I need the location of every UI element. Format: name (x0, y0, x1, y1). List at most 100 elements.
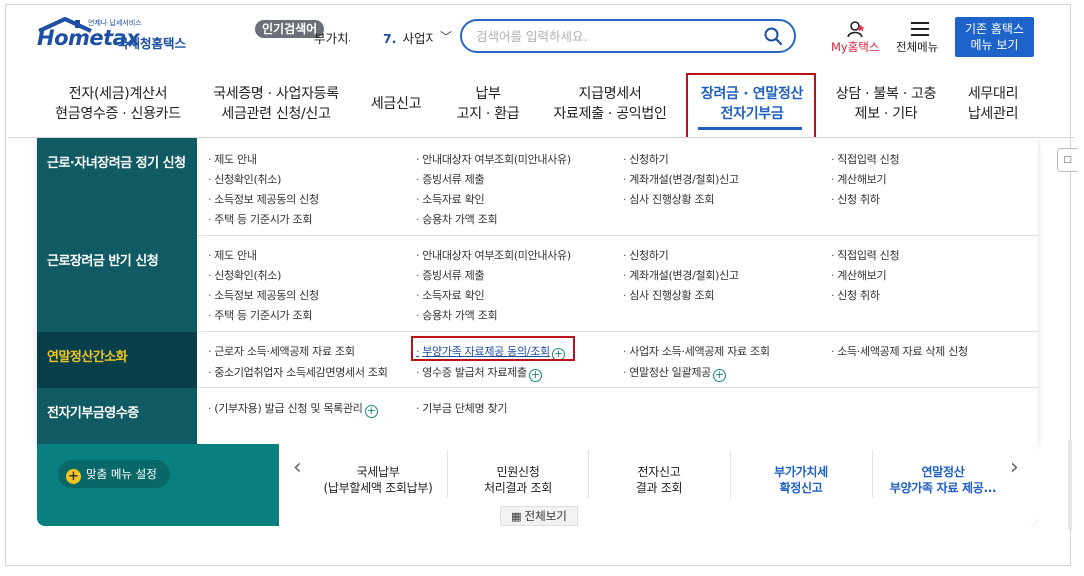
grid-icon: ▦ (511, 510, 522, 523)
quick-label-1: 국세납부 (356, 465, 400, 479)
chevron-left-icon[interactable]: ‹ (293, 455, 302, 480)
nav-item-consult[interactable]: 상담 · 불복 · 고충 제보 · 기타 (826, 84, 946, 124)
category-incentive-regular[interactable]: 근로·자녀장려금 정기 신청 (37, 138, 197, 236)
hometax-logo[interactable]: Hometax 언제나 납세서비스 국세청홈택스 (35, 17, 210, 57)
menu-link-bulk-provide[interactable]: 연말정산 일괄제공+ (623, 364, 726, 382)
nav-label-1: 지급명세서 (578, 86, 642, 102)
quick-item-yearend[interactable]: 연말정산부양가족 자료 제공... (873, 464, 1013, 496)
menu-link[interactable]: 기부금 단체명 찾기 (416, 400, 507, 416)
nav-label-1: 세무대리 (967, 86, 1019, 102)
all-menu-button[interactable]: 전체메뉴 (896, 20, 946, 56)
menu-link[interactable]: 신청 취하 (831, 287, 880, 303)
chevron-down-icon[interactable]: ﹀ (440, 28, 452, 45)
popular-search-rank[interactable]: 7. 사업자 (383, 28, 433, 47)
menu-link[interactable]: 계산해보기 (831, 171, 886, 187)
menu-link[interactable]: 직접입력 신청 (831, 247, 899, 263)
menu-link[interactable]: 심사 진행상황 조회 (623, 287, 714, 303)
menu-link[interactable]: 신청확인(취소) (208, 267, 281, 283)
nav-label-2: 자료제출 · 공익법인 (553, 106, 667, 122)
my-hometax-label: My홈택스 (831, 40, 880, 54)
old-hometax-line2: 메뉴 보기 (970, 38, 1019, 52)
plus-circle-icon[interactable]: + (528, 369, 542, 382)
quick-item-vat[interactable]: 부가가치세 확정신고 (731, 464, 871, 496)
menu-link-donation-issue[interactable]: (기부자용) 발급 신청 및 목록관리+ (208, 400, 378, 418)
nav-item-tax-report[interactable]: 세금신고 (361, 94, 431, 114)
search-icon[interactable] (763, 26, 783, 46)
menu-link[interactable]: 승용차 가액 조회 (416, 307, 497, 323)
quick-label-2: 확정신고 (779, 481, 823, 495)
nav-item-certificate[interactable]: 국세증명 · 사업자등록세금관련 신청/신고 (210, 84, 342, 124)
my-hometax-button[interactable]: My홈택스 (831, 20, 885, 56)
menu-link[interactable]: 제도 안내 (208, 151, 257, 167)
view-all-button[interactable]: ▦ 전체보기 (500, 506, 578, 526)
menu-link[interactable]: 주택 등 기준시가 조회 (208, 211, 312, 227)
custom-menu-setting-button[interactable]: + 맞춤 메뉴 설정 (58, 460, 170, 488)
rank-text: 사업자 (402, 31, 433, 46)
row-divider (197, 235, 1038, 236)
search-input[interactable] (476, 28, 756, 44)
category-yearend-simplified[interactable]: 연말정산간소화 (37, 332, 197, 388)
menu-link[interactable]: 신청 취하 (831, 191, 880, 207)
quick-item-tax-payment[interactable]: 국세납부 (납부할세액 조회납부) (308, 464, 448, 496)
menu-link[interactable]: 계좌개설(변경/철회)신고 (623, 267, 739, 283)
menu-link[interactable]: 신청확인(취소) (208, 171, 281, 187)
menu-link[interactable]: 소득정보 제공동의 신청 (208, 287, 319, 303)
category-incentive-half[interactable]: 근로장려금 반기 신청 (37, 236, 197, 332)
quick-label-2: 처리결과 조회 (484, 481, 552, 495)
menu-link[interactable]: 주택 등 기준시가 조회 (208, 307, 312, 323)
popular-search-text[interactable]: 부가치세 (314, 28, 350, 47)
nav-label-2: 세금관련 신청/신고 (221, 106, 331, 122)
highlight-box-submenu (411, 336, 575, 361)
menu-link[interactable]: 계산해보기 (831, 267, 886, 283)
menu-link[interactable]: 소득·세액공제 자료 삭제 신청 (831, 343, 968, 359)
quick-label-2: 결과 조회 (635, 481, 683, 495)
menu-link[interactable]: 소득자료 확인 (416, 191, 484, 207)
menu-link[interactable]: 증빙서류 제출 (416, 267, 484, 283)
menu-link[interactable]: 증빙서류 제출 (416, 171, 484, 187)
menu-link-label: 연말정산 일괄제공 (629, 366, 711, 379)
menu-link[interactable]: 신청하기 (623, 151, 669, 167)
nav-label-2: 고지 · 환급 (456, 106, 520, 122)
quick-label-1: 민원신청 (496, 465, 540, 479)
quick-label-1: 연말정산 (921, 465, 965, 479)
user-icon (847, 21, 865, 38)
menu-link[interactable]: 제도 안내 (208, 247, 257, 263)
nav-label-1: 상담 · 불복 · 고충 (835, 86, 937, 102)
nav-item-statement[interactable]: 지급명세서자료제출 · 공익법인 (550, 84, 670, 124)
plus-circle-icon[interactable]: + (364, 405, 378, 418)
nav-item-tax-agent[interactable]: 세무대리 납세관리 (960, 84, 1026, 124)
quick-label-2: 부양가족 자료 제공... (889, 481, 997, 495)
nav-label-1: 국세증명 · 사업자등록 (213, 86, 339, 102)
category-e-donation-receipt[interactable]: 전자기부금영수증 (37, 388, 197, 444)
menu-link[interactable]: 안내대상자 여부조회(미안내사유) (416, 247, 571, 263)
nav-label-1: 납부 (475, 86, 501, 102)
quick-label-2: (납부할세액 조회납부) (323, 481, 433, 495)
menu-link-label: 영수증 발급처 자료제출 (422, 366, 527, 379)
nav-item-invoice[interactable]: 전자(세금)계산서 현금영수증 · 신용카드 (52, 84, 184, 124)
old-hometax-button[interactable]: 기존 홈택스 메뉴 보기 (955, 17, 1034, 57)
plus-circle-icon[interactable]: + (712, 369, 726, 382)
menu-link[interactable]: 사업자 소득·세액공제 자료 조회 (623, 343, 770, 359)
nav-item-payment[interactable]: 납부고지 · 환급 (443, 84, 533, 124)
menu-link[interactable]: 계좌개설(변경/철회)신고 (623, 171, 739, 187)
quick-item-e-filing[interactable]: 전자신고 결과 조회 (589, 464, 729, 496)
menu-link[interactable]: 직접입력 신청 (831, 151, 899, 167)
menu-link[interactable]: 중소기업취업자 소득세감면명세서 조회 (208, 364, 388, 380)
menu-link[interactable]: 안내대상자 여부조회(미안내사유) (416, 151, 571, 167)
highlight-box-nav (686, 73, 816, 141)
menu-link[interactable]: 심사 진행상황 조회 (623, 191, 714, 207)
nav-label-2: 현금영수증 · 신용카드 (55, 106, 181, 122)
menu-link[interactable]: 신청하기 (623, 247, 669, 263)
side-tab-button[interactable]: □ (1057, 148, 1077, 172)
view-all-label: 전체보기 (524, 509, 567, 523)
menu-link[interactable]: 승용차 가액 조회 (416, 211, 497, 227)
menu-link[interactable]: 근로자 소득·세액공제 자료 조회 (208, 343, 355, 359)
search-box (460, 19, 796, 53)
nav-label-1: 세금신고 (370, 96, 422, 112)
menu-link-receipt-submit[interactable]: 영수증 발급처 자료제출+ (416, 364, 542, 382)
quick-item-civil-petition[interactable]: 민원신청처리결과 조회 (448, 464, 588, 496)
menu-link[interactable]: 소득자료 확인 (416, 287, 484, 303)
mega-menu-panel: 근로·자녀장려금 정기 신청 근로장려금 반기 신청 연말정산간소화 전자기부금… (37, 138, 1038, 444)
menu-link[interactable]: 소득정보 제공동의 신청 (208, 191, 319, 207)
scrollbar-track[interactable] (1068, 440, 1072, 530)
